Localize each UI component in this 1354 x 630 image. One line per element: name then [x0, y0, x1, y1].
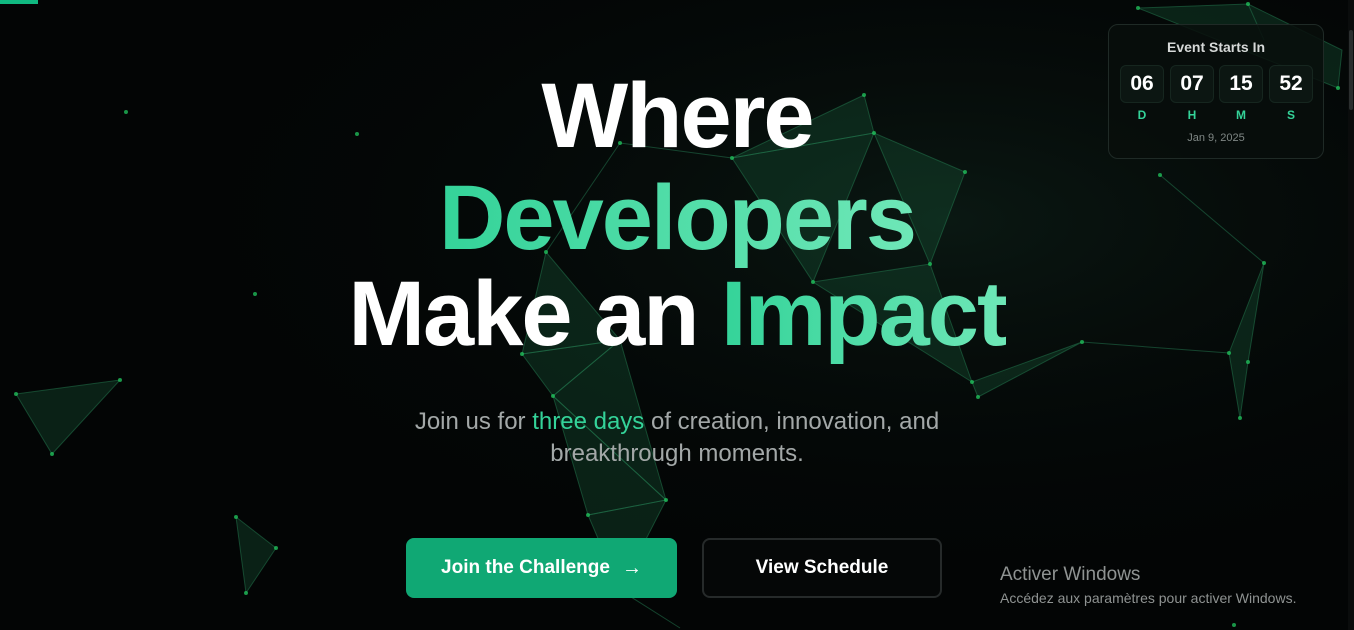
countdown-seconds: 52 S	[1269, 65, 1313, 122]
event-countdown: Event Starts In 06 D 07 H 15 M 52 S Jan …	[1108, 24, 1324, 159]
windows-activation-watermark: Activer Windows Accédez aux paramètres p…	[1000, 564, 1296, 608]
view-schedule-button[interactable]: View Schedule	[702, 538, 942, 598]
countdown-units: 06 D 07 H 15 M 52 S	[1120, 65, 1314, 122]
countdown-days-label: D	[1137, 108, 1147, 122]
countdown-hours-label: H	[1187, 108, 1197, 122]
countdown-days-value: 06	[1120, 65, 1164, 103]
arrow-right-icon: →	[621, 556, 642, 579]
join-challenge-button[interactable]: Join the Challenge →	[406, 538, 677, 598]
subtitle-highlight: three days	[532, 408, 645, 435]
join-challenge-label: Join the Challenge	[441, 557, 610, 578]
countdown-hours-value: 07	[1170, 65, 1214, 103]
hero-title-highlight-impact: Impact	[721, 263, 1008, 365]
watermark-subtitle: Accédez aux paramètres pour activer Wind…	[1000, 590, 1297, 606]
countdown-minutes-value: 15	[1219, 65, 1263, 103]
countdown-title: Event Starts In	[1166, 39, 1266, 55]
hero-title-line-3: Make an Impact	[0, 268, 1354, 360]
hero-title-make-an: Make an	[348, 263, 699, 365]
countdown-hours: 07 H	[1170, 65, 1214, 122]
subtitle-before: Join us for	[414, 408, 526, 435]
countdown-minutes-label: M	[1236, 108, 1246, 122]
countdown-seconds-value: 52	[1269, 65, 1313, 103]
hero-title-line-2: Developers	[0, 172, 1354, 264]
view-schedule-label: View Schedule	[755, 557, 889, 578]
watermark-title: Activer Windows	[1000, 564, 1141, 585]
hero-title-highlight-developers: Developers	[438, 167, 917, 269]
countdown-minutes: 15 M	[1219, 65, 1263, 122]
countdown-date: Jan 9, 2025	[1187, 132, 1245, 144]
countdown-days: 06 D	[1120, 65, 1164, 122]
countdown-seconds-label: S	[1286, 108, 1295, 122]
hero-subtitle: Join us for three days of creation, inno…	[377, 406, 977, 470]
